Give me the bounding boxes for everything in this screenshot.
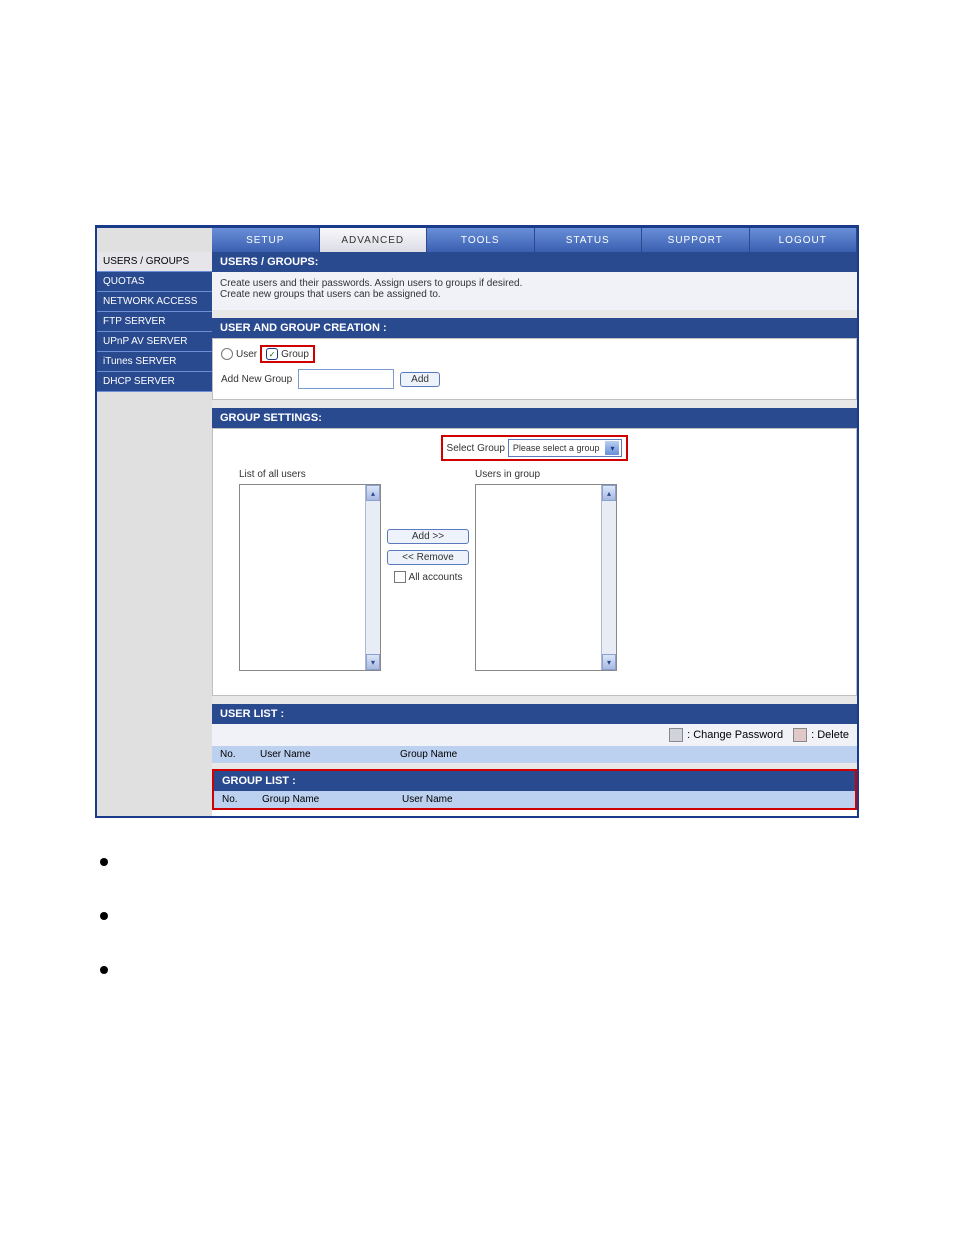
bullet-icon bbox=[100, 912, 108, 920]
scrollbar[interactable]: ▴ ▾ bbox=[601, 485, 616, 670]
app-window: SETUP ADVANCED TOOLS STATUS SUPPORT LOGO… bbox=[95, 225, 859, 818]
trash-icon bbox=[793, 728, 807, 742]
remove-from-group-button[interactable]: << Remove bbox=[387, 550, 469, 565]
radio-group[interactable] bbox=[266, 348, 278, 360]
panel-desc: Create users and their passwords. Assign… bbox=[212, 272, 857, 310]
panel-user-list: USER LIST : : Change Password : Delete N… bbox=[212, 704, 857, 763]
legend-change-password: : Change Password bbox=[687, 729, 783, 741]
sidebar-item-upnp-av-server[interactable]: UPnP AV SERVER bbox=[97, 332, 212, 352]
select-group-label: Select Group bbox=[447, 443, 505, 454]
panel-group-settings: GROUP SETTINGS: Select Group Please sele… bbox=[212, 408, 857, 696]
panel-group-list: GROUP LIST : No. Group Name User Name bbox=[214, 771, 855, 808]
group-name-input[interactable] bbox=[298, 369, 394, 389]
tab-tools[interactable]: TOOLS bbox=[427, 228, 535, 252]
col-no: No. bbox=[220, 749, 260, 760]
top-nav: SETUP ADVANCED TOOLS STATUS SUPPORT LOGO… bbox=[97, 228, 857, 252]
tab-logout[interactable]: LOGOUT bbox=[750, 228, 858, 252]
sidebar-item-ftp-server[interactable]: FTP SERVER bbox=[97, 312, 212, 332]
sidebar-item-quotas[interactable]: QUOTAS bbox=[97, 272, 212, 292]
panel-title-users-groups: USERS / GROUPS: bbox=[212, 252, 857, 272]
col-no: No. bbox=[222, 794, 262, 805]
sidebar-item-network-access[interactable]: NETWORK ACCESS bbox=[97, 292, 212, 312]
bullet-icon bbox=[100, 966, 108, 974]
radio-group-label: Group bbox=[281, 349, 309, 360]
radio-user[interactable] bbox=[221, 348, 233, 360]
scroll-down-icon[interactable]: ▾ bbox=[366, 654, 380, 670]
user-list-header: No. User Name Group Name bbox=[212, 746, 857, 763]
add-new-group-label: Add New Group bbox=[221, 374, 292, 385]
sidebar: USERS / GROUPS QUOTAS NETWORK ACCESS FTP… bbox=[97, 252, 212, 816]
sidebar-item-itunes-server[interactable]: iTunes SERVER bbox=[97, 352, 212, 372]
tab-advanced[interactable]: ADVANCED bbox=[320, 228, 428, 252]
listbox-all-users[interactable]: ▴ ▾ bbox=[239, 484, 381, 671]
add-button[interactable]: Add bbox=[400, 372, 440, 387]
col-user-name: User Name bbox=[260, 749, 400, 760]
panel-creation: USER AND GROUP CREATION : User Group Add… bbox=[212, 318, 857, 400]
bullet-icon bbox=[100, 858, 108, 866]
listbox-users-in-group[interactable]: ▴ ▾ bbox=[475, 484, 617, 671]
scroll-down-icon[interactable]: ▾ bbox=[602, 654, 616, 670]
col-user-name: User Name bbox=[402, 794, 453, 805]
users-in-group-label: Users in group bbox=[475, 469, 617, 480]
highlight-select-group: Select Group Please select a group ▾ bbox=[441, 435, 629, 461]
select-group-value: Please select a group bbox=[513, 443, 600, 453]
all-accounts-checkbox[interactable] bbox=[394, 571, 406, 583]
desc-line-1: Create users and their passwords. Assign… bbox=[220, 278, 849, 289]
sidebar-item-dhcp-server[interactable]: DHCP SERVER bbox=[97, 372, 212, 392]
scrollbar[interactable]: ▴ ▾ bbox=[365, 485, 380, 670]
panel-title-group-settings: GROUP SETTINGS: bbox=[212, 408, 857, 428]
panel-title-creation: USER AND GROUP CREATION : bbox=[212, 318, 857, 338]
legend-delete: : Delete bbox=[811, 729, 849, 741]
all-accounts-label: All accounts bbox=[409, 572, 463, 583]
desc-line-2: Create new groups that users can be assi… bbox=[220, 289, 849, 300]
group-list-header: No. Group Name User Name bbox=[214, 791, 855, 808]
list-all-users-label: List of all users bbox=[239, 469, 381, 480]
content-area: USERS / GROUPS: Create users and their p… bbox=[212, 252, 857, 816]
tab-support[interactable]: SUPPORT bbox=[642, 228, 750, 252]
panel-title-user-list: USER LIST : bbox=[212, 704, 857, 724]
tab-status[interactable]: STATUS bbox=[535, 228, 643, 252]
select-group-dropdown[interactable]: Please select a group ▾ bbox=[508, 439, 623, 457]
tab-setup[interactable]: SETUP bbox=[212, 228, 320, 252]
col-group-name: Group Name bbox=[400, 749, 457, 760]
panel-users-groups: USERS / GROUPS: Create users and their p… bbox=[212, 252, 857, 310]
col-group-name: Group Name bbox=[262, 794, 402, 805]
scroll-up-icon[interactable]: ▴ bbox=[366, 485, 380, 501]
radio-user-label: User bbox=[236, 349, 257, 360]
highlight-group-list: GROUP LIST : No. Group Name User Name bbox=[212, 769, 857, 810]
highlight-group-radio: Group bbox=[260, 345, 315, 363]
scroll-up-icon[interactable]: ▴ bbox=[602, 485, 616, 501]
nav-spacer bbox=[97, 228, 212, 252]
edit-icon bbox=[669, 728, 683, 742]
sidebar-item-users-groups[interactable]: USERS / GROUPS bbox=[97, 252, 212, 272]
bullet-list bbox=[100, 858, 954, 974]
chevron-down-icon: ▾ bbox=[605, 441, 619, 455]
add-to-group-button[interactable]: Add >> bbox=[387, 529, 469, 544]
panel-title-group-list: GROUP LIST : bbox=[214, 771, 855, 791]
